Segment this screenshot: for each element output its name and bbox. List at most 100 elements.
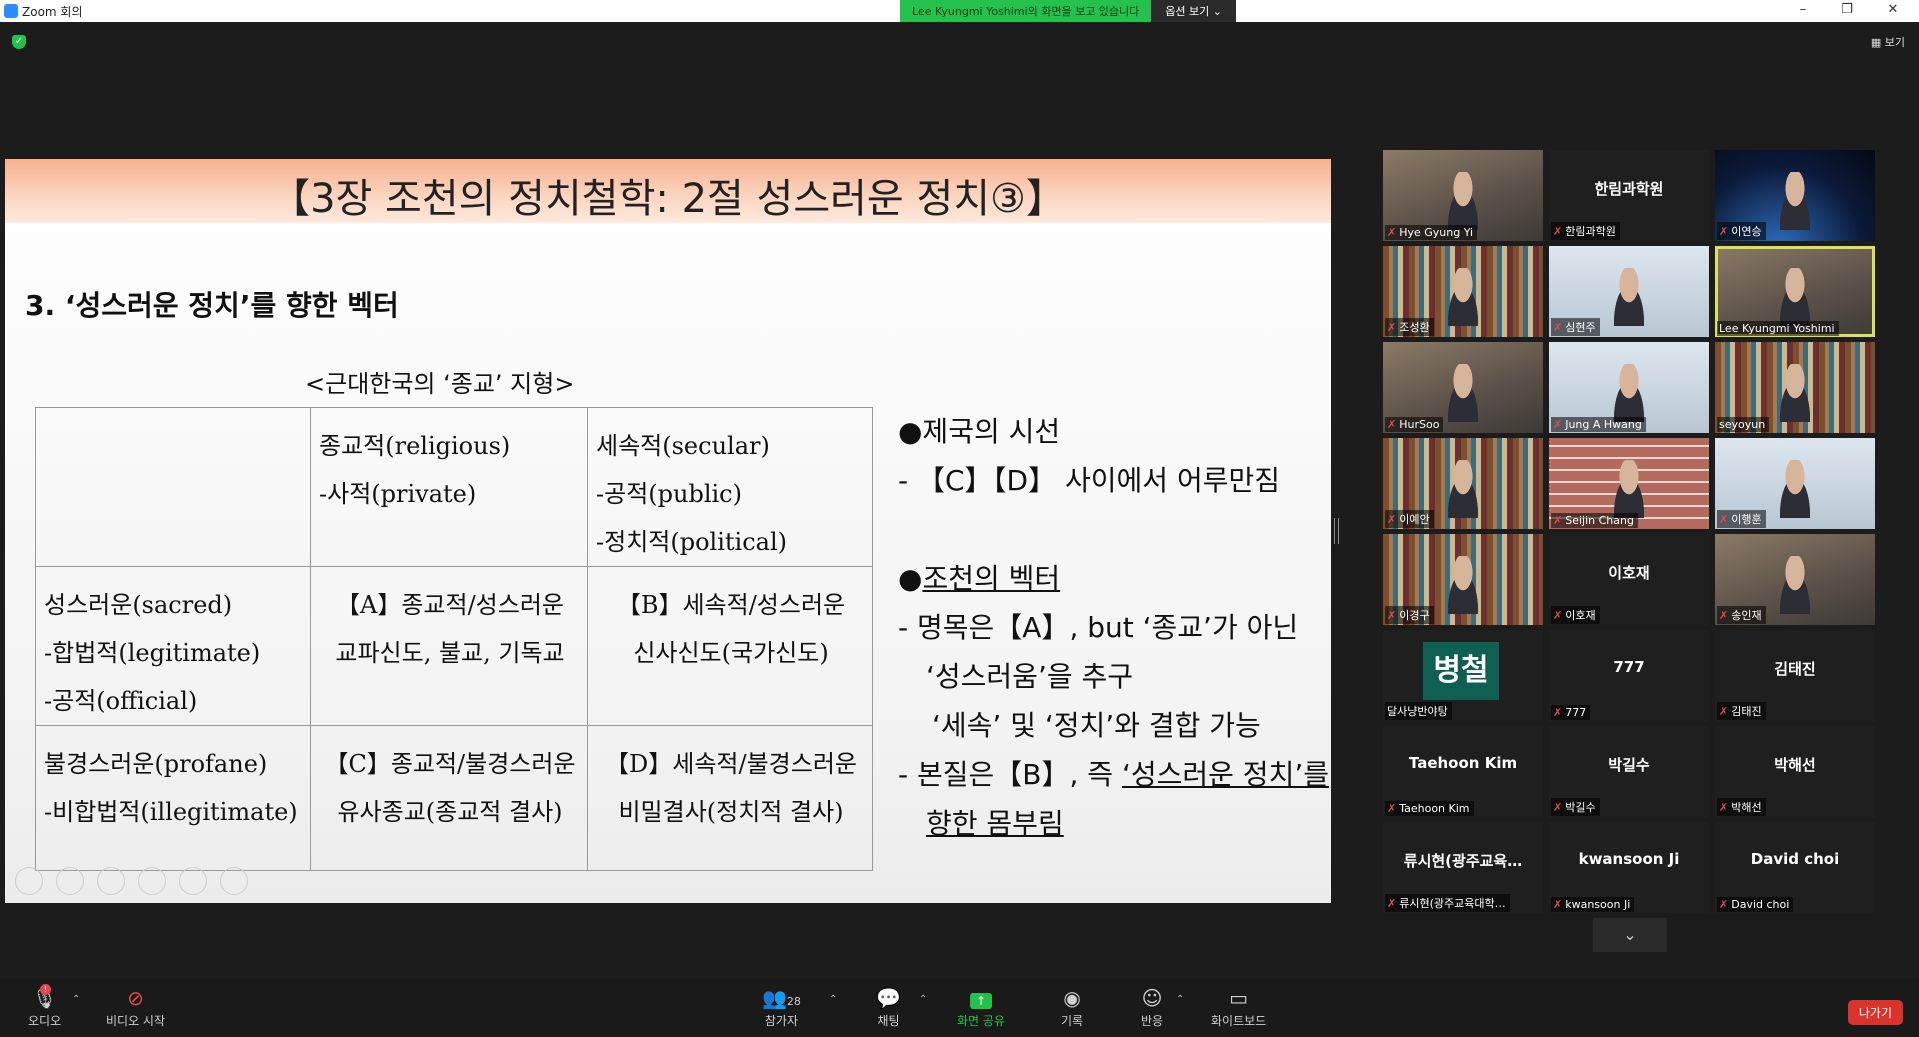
participant-video	[1773, 268, 1817, 326]
mic-muted-icon: ✗	[1553, 225, 1563, 238]
religion-table: 종교적(religious) -사적(private) 세속적(secular)…	[35, 407, 873, 871]
participant-name: ✗ 김태진	[1717, 702, 1766, 720]
view-options-button[interactable]: 옵션 보기 ⌄	[1151, 0, 1236, 22]
participant-tile[interactable]: 병철달사냥반야탕	[1383, 630, 1543, 721]
participant-name: seyoyun	[1717, 417, 1770, 432]
audio-options-caret[interactable]: ⌃	[72, 994, 80, 1005]
table-cell: 【D】세속적/불경스러운 비밀결사(정치적 결사)	[587, 725, 873, 871]
participant-tile[interactable]: ✗ 이경구	[1383, 534, 1543, 625]
participants-label: 참가자	[764, 1014, 799, 1028]
participant-tile[interactable]: ✗ Jung A Hwang	[1549, 342, 1709, 433]
participant-tile[interactable]: ✗ 이연승	[1715, 150, 1875, 241]
participant-tile[interactable]: ✗ 심현주	[1549, 246, 1709, 337]
start-video-button[interactable]: ⊘ 비디오 시작	[106, 986, 165, 1029]
view-button[interactable]: ▦ 보기	[1871, 34, 1905, 50]
participant-tile[interactable]: seyoyun	[1715, 342, 1875, 433]
share-screen-button[interactable]: ↑ 화면 공유	[957, 986, 1005, 1029]
pen-icon[interactable]	[97, 867, 125, 895]
gallery-next-page-button[interactable]: ⌄	[1593, 918, 1667, 952]
next-slide-icon[interactable]	[56, 867, 84, 895]
prev-slide-icon[interactable]	[15, 867, 43, 895]
minimize-icon[interactable]: –	[1788, 2, 1818, 17]
reactions-options-caret[interactable]: ⌃	[1176, 994, 1184, 1005]
whiteboard-label: 화이트보드	[1211, 1014, 1267, 1028]
table-cell: 【A】종교적/성스러운 교파신도, 불교, 기독교	[310, 566, 588, 726]
screen-share-banner: Lee Kyungmi Yoshimi의 화면을 보고 있습니다 옵션 보기 ⌄	[900, 0, 1236, 22]
security-shield-icon[interactable]: ✓	[12, 35, 26, 49]
mic-muted-icon: ✗	[1387, 321, 1397, 334]
slide-toolbar	[15, 867, 248, 895]
profile-picture: 병철	[1423, 642, 1499, 700]
cell-line: -공적(public)	[596, 480, 742, 508]
participant-name-center: 박해선	[1774, 756, 1816, 774]
participant-name: 달사냥반야탕	[1385, 702, 1452, 720]
cell-line: -합법적(legitimate)	[44, 639, 261, 667]
participant-tile[interactable]: 이호재 ✗ 이호재	[1549, 534, 1709, 625]
mic-muted-icon: ✗	[1553, 706, 1563, 719]
smiley-icon: ☺	[1141, 986, 1163, 1010]
participant-tile[interactable]: 김태진 ✗ 김태진	[1715, 630, 1875, 721]
participant-tile[interactable]: 박길수 ✗ 박길수	[1549, 726, 1709, 817]
record-icon: ◉	[1063, 986, 1081, 1010]
reactions-button[interactable]: ☺ 반응	[1141, 986, 1163, 1029]
share-screen-icon: ↑	[957, 986, 1005, 1012]
split-view-handle[interactable]	[1334, 518, 1339, 544]
restore-icon[interactable]: ❐	[1832, 2, 1862, 17]
participant-name-center: kwansoon Ji	[1578, 850, 1680, 868]
chat-button[interactable]: 💬 채팅	[876, 986, 901, 1029]
participant-name-center: 김태진	[1774, 660, 1816, 678]
participant-tile[interactable]: ✗ Hye Gyung Yi	[1383, 150, 1543, 241]
participant-name-center: 777	[1613, 658, 1645, 676]
whiteboard-button[interactable]: ▭ 화이트보드	[1211, 986, 1266, 1029]
participant-tile[interactable]: ✗ HurSoo	[1383, 342, 1543, 433]
microphone-off-icon: 🎙!	[31, 984, 58, 1010]
record-label: 기록	[1061, 1014, 1084, 1028]
cell-line: 종교적(religious)	[319, 432, 511, 460]
side-bullet-title: 조천의 벡터	[922, 562, 1061, 595]
audio-label: 오디오	[28, 1014, 62, 1028]
participant-tile[interactable]: ✗ Seijin Chang	[1549, 438, 1709, 529]
close-icon[interactable]: ✕	[1878, 2, 1908, 17]
participant-name: ✗ 이호재	[1551, 606, 1600, 624]
participant-name: ✗ Taehoon Kim	[1385, 801, 1474, 816]
participant-tile[interactable]: David choi ✗ David choi	[1715, 822, 1875, 913]
participant-tile[interactable]: 한림과학원 ✗ 한림과학원	[1549, 150, 1709, 241]
participants-options-caret[interactable]: ⌃	[829, 994, 837, 1005]
leave-meeting-button[interactable]: 나가기	[1847, 1000, 1903, 1025]
chevron-down-icon: ⌄	[1623, 925, 1637, 944]
cell-line: 【B】세속적/성스러운	[616, 591, 846, 619]
slides-icon[interactable]	[138, 867, 166, 895]
record-button[interactable]: ◉ 기록	[1061, 986, 1083, 1029]
participant-tile-active-speaker[interactable]: Lee Kyungmi Yoshimi	[1715, 246, 1875, 337]
mic-muted-icon: ✗	[1553, 418, 1563, 431]
participant-tile[interactable]: kwansoon Ji ✗ kwansoon Ji	[1549, 822, 1709, 913]
participant-tile[interactable]: ✗ 송인재	[1715, 534, 1875, 625]
audio-button[interactable]: 🎙! 오디오	[28, 984, 62, 1029]
participant-tile[interactable]: ✗ 조성환	[1383, 246, 1543, 337]
side-line-emph: ‘성스러운 정치’를	[1121, 758, 1329, 791]
participant-tile[interactable]: 777 ✗ 777	[1549, 630, 1709, 721]
grid-icon: ▦	[1870, 36, 1885, 49]
chat-options-caret[interactable]: ⌃	[919, 994, 927, 1005]
participant-tile[interactable]: 류시현(광주교육… ✗ 류시현(광주교육대학…	[1383, 822, 1543, 913]
participant-name: ✗ Hye Gyung Yi	[1385, 225, 1478, 240]
participant-video	[1773, 172, 1817, 230]
cell-line: -비합법적(illegitimate)	[44, 798, 298, 826]
participant-tile[interactable]: ✗ 이행훈	[1715, 438, 1875, 529]
cell-line: 유사종교(종교적 결사)	[337, 798, 563, 826]
cell-line: 성스러운(sacred)	[44, 591, 233, 619]
participant-video	[1773, 460, 1817, 518]
participant-tile[interactable]: 박해선 ✗ 박해선	[1715, 726, 1875, 817]
zoom-icon[interactable]	[179, 867, 207, 895]
participant-video	[1441, 172, 1485, 230]
cell-line: -사적(private)	[319, 480, 477, 508]
more-icon[interactable]	[220, 867, 248, 895]
participant-tile[interactable]: Taehoon Kim ✗ Taehoon Kim	[1383, 726, 1543, 817]
participants-button[interactable]: 👥28 참가자	[762, 986, 801, 1029]
cell-line: 세속적(secular)	[596, 432, 770, 460]
viewing-share-text: Lee Kyungmi Yoshimi의 화면을 보고 있습니다	[900, 0, 1152, 22]
participant-tile[interactable]: ✗ 이예안	[1383, 438, 1543, 529]
participant-name: ✗ 류시현(광주교육대학…	[1385, 894, 1510, 912]
participant-name: ✗ 송인재	[1717, 606, 1766, 624]
side-line: 향한 몸부림	[926, 807, 1064, 840]
